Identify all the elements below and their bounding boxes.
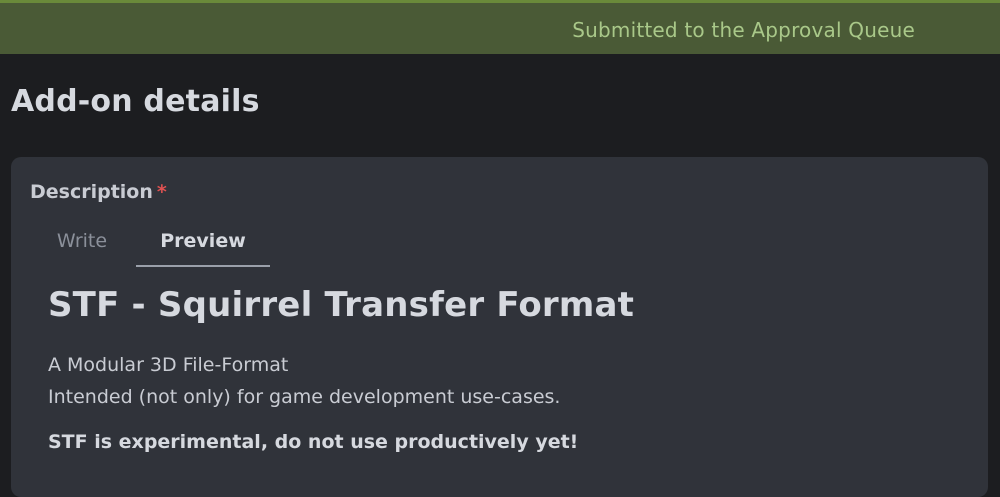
description-label-text: Description bbox=[30, 181, 153, 203]
page-title: Add-on details bbox=[11, 84, 260, 119]
status-banner: Submitted to the Approval Queue bbox=[0, 0, 1000, 54]
preview-heading: STF - Squirrel Transfer Format bbox=[48, 285, 635, 325]
preview-line: A Modular 3D File-Format bbox=[48, 354, 289, 376]
preview-pane: STF - Squirrel Transfer Format A Modular… bbox=[48, 285, 968, 453]
preview-line: Intended (not only) for game development… bbox=[48, 386, 561, 408]
preview-body: A Modular 3D File-Format Intended (not o… bbox=[48, 349, 968, 413]
tab-preview[interactable]: Preview bbox=[136, 224, 270, 267]
tab-write[interactable]: Write bbox=[33, 224, 131, 265]
required-marker: * bbox=[156, 181, 167, 203]
description-label: Description * bbox=[30, 181, 167, 203]
preview-warning: STF is experimental, do not use producti… bbox=[48, 431, 579, 453]
description-card: Description * Write Preview STF - Squirre… bbox=[11, 157, 988, 497]
banner-message: Submitted to the Approval Queue bbox=[572, 18, 915, 42]
